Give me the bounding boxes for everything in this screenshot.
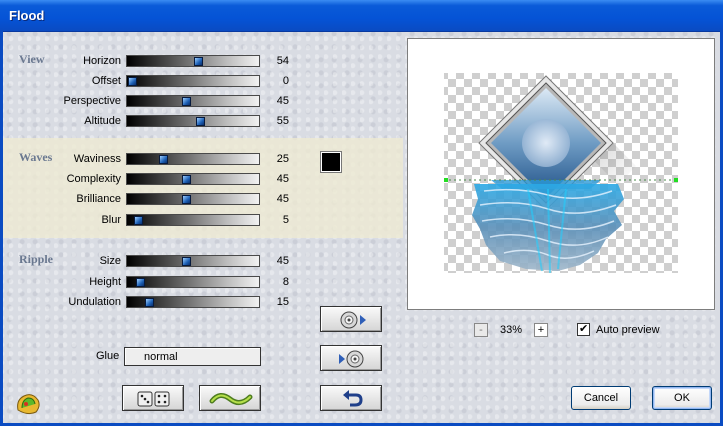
complexity-slider-thumb[interactable] [182,175,192,184]
size-row: Size 45 [3,252,403,272]
perspective-slider[interactable] [126,95,260,107]
save-preset-button[interactable] [320,345,382,371]
size-slider-thumb[interactable] [182,257,192,266]
glue-label: Glue [96,350,120,362]
zoom-level: 33% [500,324,523,336]
randomize-button[interactable] [122,385,184,411]
undulation-label: Undulation [68,296,121,308]
disk-arrow-right-icon [340,311,366,329]
waves-section: Waves Waviness 25 Complexity 45 Brillian… [3,138,403,238]
auto-preview-label: Auto preview [596,324,660,336]
window-title: Flood [9,8,45,23]
altitude-value: 55 [276,115,289,127]
undulation-value: 15 [276,296,289,308]
zoom-in-button[interactable]: + [534,323,548,337]
undulation-slider-thumb[interactable] [145,298,155,307]
arrow-into-disk-icon [339,350,364,368]
height-label: Height [89,276,121,288]
cancel-button[interactable]: Cancel [571,386,631,410]
perspective-row: Perspective 45 [3,92,403,112]
complexity-label: Complexity [66,173,121,185]
horizon-handle-left[interactable] [444,178,448,182]
altitude-slider[interactable] [126,115,260,127]
size-value: 45 [276,255,289,267]
altitude-row: Altitude 55 [3,112,403,132]
view-section: View Horizon 54 Offset 0 Perspective 45 … [3,42,403,136]
waviness-row: Waviness 25 [3,150,403,170]
altitude-label: Altitude [84,115,121,127]
size-label: Size [99,255,121,267]
complexity-row: Complexity 45 [3,170,403,190]
blur-label: Blur [101,214,121,226]
perspective-slider-thumb[interactable] [182,97,192,106]
zoom-out-button[interactable]: - [474,323,488,337]
height-slider[interactable] [126,276,260,288]
height-row: Height 8 [3,273,403,293]
waviness-slider[interactable] [126,153,260,165]
glue-select[interactable]: normal [124,347,261,366]
perspective-value: 45 [276,95,289,107]
brilliance-slider[interactable] [126,193,260,205]
offset-slider-thumb[interactable] [128,77,138,86]
ripple-section: Ripple Size 45 Height 8 Undulation 15 [3,242,403,312]
offset-label: Offset [91,75,121,87]
brilliance-label: Brilliance [76,193,121,205]
wave-icon [209,393,253,405]
blur-value: 5 [282,214,289,226]
horizon-slider[interactable] [126,55,260,67]
flood-dialog: Flood View Horizon 54 Offset 0 Perspecti… [0,0,723,426]
blur-row: Blur 5 [3,211,403,231]
horizon-label: Horizon [83,55,121,67]
undulation-slider[interactable] [126,296,260,308]
horizon-value: 54 [276,55,289,67]
undo-arrow-icon [343,390,363,407]
preview-panel[interactable] [407,38,715,310]
blur-slider-thumb[interactable] [133,216,143,225]
auto-preview-checkbox[interactable] [577,322,590,336]
complexity-slider[interactable] [126,173,260,185]
horizon-handle-right[interactable] [674,178,678,182]
height-value: 8 [282,276,289,288]
offset-slider[interactable] [126,75,260,87]
wave-preset-button[interactable] [199,385,261,411]
load-preset-button[interactable] [320,306,382,332]
horizon-row: Horizon 54 [3,52,403,72]
ok-button[interactable]: OK [652,386,712,410]
altitude-slider-thumb[interactable] [195,117,205,126]
perspective-label: Perspective [63,95,121,107]
dice-icon [137,391,170,407]
waviness-label: Waviness [73,153,121,165]
offset-value: 0 [282,75,289,87]
height-slider-thumb[interactable] [136,278,146,287]
brilliance-slider-thumb[interactable] [182,195,192,204]
brilliance-value: 45 [276,193,289,205]
horizon-slider-thumb[interactable] [194,57,204,66]
brilliance-row: Brilliance 45 [3,190,403,210]
reset-button[interactable] [320,385,382,411]
preview-image [444,73,678,274]
glue-selected-value: normal [144,351,178,363]
size-slider[interactable] [126,255,260,267]
offset-row: Offset 0 [3,72,403,92]
app-logo-icon [14,390,42,416]
waviness-slider-thumb[interactable] [158,155,168,164]
complexity-value: 45 [276,173,289,185]
blur-slider[interactable] [126,214,260,226]
wave-color-swatch[interactable] [320,151,342,173]
title-bar[interactable]: Flood [0,0,723,32]
waviness-value: 25 [276,153,289,165]
